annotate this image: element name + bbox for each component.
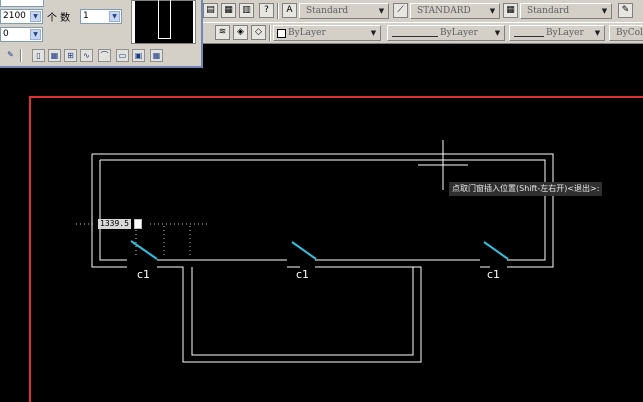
layer-tool-icon[interactable]: ▥ — [239, 3, 254, 18]
window-tag-label: c1 — [296, 268, 310, 281]
text-style-icon[interactable]: A — [282, 3, 297, 18]
layers-properties-toolbar: ≋ ◈ ◇ ByLayer▼ ByLayer▼ ByLayer▼ ByColor — [203, 22, 643, 44]
table-style-icon[interactable]: ▦ — [503, 3, 518, 18]
door-insert-icon[interactable]: ▯ — [32, 49, 45, 62]
window-insert-panel: 2100 ▼ 个 数 1 ▼ 0 ▼ ✎ ▯ ▦ ⊞ ∿ ⌒ ▭ ▣ ▦ — [0, 0, 203, 68]
chevron-down-icon: ▼ — [370, 29, 377, 37]
table-icon[interactable]: ▦ — [150, 49, 163, 62]
window-tag-label: c1 — [487, 268, 501, 281]
dim-style-icon[interactable]: ⟋ — [393, 3, 408, 18]
text-style-select[interactable]: Standard ▼ — [299, 3, 389, 19]
chevron-down-icon: ▼ — [378, 7, 385, 15]
command-prompt-tooltip: 点取门窗插入位置(Shift-左右开)<退出>: — [449, 182, 603, 196]
layer-previous-icon[interactable]: ◇ — [251, 25, 266, 40]
rect-window-icon[interactable]: ▭ — [116, 49, 129, 62]
layer-manager-icon[interactable]: ≋ — [215, 25, 230, 40]
chevron-down-icon: ▼ — [30, 11, 41, 22]
chevron-down-icon: ▼ — [489, 7, 496, 15]
count-label: 个 数 — [47, 13, 71, 24]
dimension-input[interactable]: 1339.5 — [98, 219, 131, 229]
eyedropper-icon[interactable]: ✎ — [4, 49, 17, 62]
styles-toolbar: ▤ ▦ ▥ ? A Standard ▼ ⟋ STANDARD ▼ ▦ Standa… — [203, 1, 643, 22]
toolbar-separator — [269, 25, 271, 41]
elevation-select[interactable]: 0 ▼ — [0, 27, 43, 42]
window-symbols — [130, 240, 509, 260]
chevron-down-icon: ▼ — [601, 7, 608, 15]
color-swatch-icon — [277, 29, 286, 38]
dimension-guides — [76, 223, 210, 258]
chevron-down-icon: ▼ — [594, 29, 601, 37]
panel-top-field[interactable] — [0, 0, 44, 7]
calculator-icon[interactable]: ▦ — [221, 3, 236, 18]
table-style-select[interactable]: Standard ▼ — [520, 3, 612, 19]
layer-state-icon[interactable]: ◈ — [233, 25, 248, 40]
window-symbol — [291, 241, 317, 260]
linetype-sample — [392, 36, 438, 37]
linetype-select[interactable]: ByLayer ▼ — [387, 25, 505, 41]
dimension-input-cursor — [134, 219, 142, 229]
toolbar-separator — [277, 3, 279, 19]
plot-style-select[interactable]: ByColor — [609, 25, 643, 41]
multi-window-icon[interactable]: ⊞ — [64, 49, 77, 62]
panel-separator — [20, 49, 22, 62]
box-window-icon[interactable]: ▣ — [132, 49, 145, 62]
chevron-down-icon: ▼ — [30, 29, 41, 40]
width-select[interactable]: 2100 ▼ — [0, 9, 43, 24]
color-select[interactable]: ByLayer ▼ — [273, 25, 381, 41]
lineweight-sample — [514, 36, 544, 37]
plot-icon[interactable]: ▤ — [203, 3, 218, 18]
preview-window-shape — [158, 0, 171, 39]
lineweight-select[interactable]: ByLayer ▼ — [509, 25, 605, 41]
arc-window-icon[interactable]: ⌒ — [98, 49, 111, 62]
chevron-down-icon: ▼ — [109, 11, 120, 22]
chevron-down-icon: ▼ — [494, 29, 501, 37]
window-symbol — [130, 240, 158, 260]
window-preview — [131, 0, 196, 44]
multileader-style-icon[interactable]: ✎ — [618, 3, 633, 18]
help-icon[interactable]: ? — [259, 3, 274, 18]
count-select[interactable]: 1 ▼ — [80, 9, 122, 24]
drawing-frame-border — [29, 96, 643, 402]
grid-window-icon[interactable]: ▦ — [48, 49, 61, 62]
window-symbol — [483, 241, 509, 260]
toolbar-area: ▤ ▦ ▥ ? A Standard ▼ ⟋ STANDARD ▼ ▦ Standa… — [203, 0, 643, 44]
wave-icon[interactable]: ∿ — [80, 49, 93, 62]
dim-style-select[interactable]: STANDARD ▼ — [410, 3, 500, 19]
window-tag-label: c1 — [137, 268, 151, 281]
